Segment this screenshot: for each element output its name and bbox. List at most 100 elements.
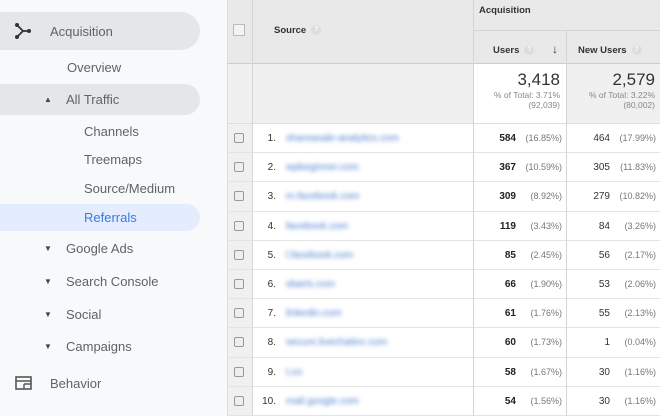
- table-row: 10. mail.google.com 54 (1.56%) 30 (1.16%…: [228, 387, 660, 416]
- expand-triangle-icon: ▼: [44, 276, 52, 286]
- help-icon[interactable]: ?: [311, 25, 322, 36]
- help-icon[interactable]: ?: [631, 45, 642, 56]
- new-users-total: 2,579 % of Total: 3.22% (80,002): [566, 64, 660, 124]
- users-value: 54: [504, 395, 516, 407]
- new-users-total-pct: % of Total: 3.22%: [589, 90, 655, 100]
- referrals-table: Source? Acquisition Users? ↓ New Users? …: [228, 0, 660, 416]
- users-value: 309: [499, 191, 516, 203]
- row-checkbox[interactable]: [234, 337, 244, 348]
- new-users-total-value: 2,579: [612, 70, 655, 89]
- users-value: 119: [499, 220, 516, 232]
- users-total-of: (92,039): [528, 100, 560, 110]
- select-all-checkbox[interactable]: [233, 24, 245, 36]
- row-index: 1.: [267, 133, 276, 144]
- row-checkbox[interactable]: [234, 366, 244, 377]
- users-percent: (8.92%): [530, 191, 562, 202]
- source-link[interactable]: m.facebook.com: [286, 182, 359, 211]
- row-index: 4.: [267, 220, 276, 232]
- new-users-percent: (2.13%): [624, 308, 656, 319]
- table-row: 3. m.facebook.com 309 (8.92%) 279 (10.82…: [228, 182, 660, 212]
- table-row: 6. sbarts.com 66 (1.90%) 53 (2.06%): [228, 270, 660, 300]
- behavior-icon: [15, 376, 32, 390]
- row-index: 9.: [267, 366, 276, 378]
- source-medium-label: Source/Medium: [84, 180, 176, 196]
- source-link[interactable]: shareasale-analytics.com: [286, 124, 399, 153]
- users-percent: (1.56%): [530, 395, 562, 406]
- row-checkbox[interactable]: [234, 133, 244, 143]
- behavior-label: Behavior: [50, 375, 102, 391]
- sidebar-item-source-medium[interactable]: Source/Medium: [84, 179, 175, 197]
- source-link[interactable]: l.facebook.com: [286, 241, 353, 270]
- users-value: 60: [504, 337, 516, 349]
- source-header-label: Source: [274, 25, 307, 36]
- google-ads-label: Google Ads: [66, 240, 134, 256]
- users-percent: (3.43%): [530, 220, 562, 231]
- sidebar-item-social[interactable]: ▼ Social: [0, 305, 101, 323]
- source-header[interactable]: Source?: [228, 0, 473, 64]
- users-value: 584: [499, 133, 516, 144]
- row-checkbox[interactable]: [234, 162, 244, 173]
- source-link[interactable]: mail.google.com: [286, 387, 359, 416]
- sidebar-item-campaigns[interactable]: ▼ Campaigns: [0, 337, 132, 355]
- channels-label: Channels: [84, 123, 139, 139]
- expand-triangle-icon: ▼: [44, 341, 52, 351]
- acquisition-group-header: Acquisition: [473, 0, 660, 31]
- table-row: 4. facebook.com 119 (3.43%) 84 (3.26%): [228, 212, 660, 241]
- all-traffic-label: All Traffic: [66, 92, 120, 107]
- row-checkbox[interactable]: [234, 249, 244, 260]
- source-link[interactable]: linkedin.com: [286, 299, 342, 328]
- row-index: 3.: [267, 191, 276, 203]
- users-percent: (1.67%): [530, 366, 562, 377]
- row-index: 10.: [262, 395, 276, 407]
- sidebar-item-referrals[interactable]: Referrals: [0, 204, 200, 231]
- new-users-percent: (11.83%): [620, 162, 656, 173]
- sidebar-item-search-console[interactable]: ▼ Search Console: [0, 272, 159, 290]
- source-link[interactable]: t.co: [286, 358, 302, 387]
- new-users-value: 464: [593, 133, 610, 144]
- row-checkbox[interactable]: [234, 220, 244, 231]
- referrals-label: Referrals: [84, 210, 137, 225]
- new-users-percent: (3.26%): [624, 220, 656, 231]
- row-checkbox[interactable]: [234, 395, 244, 406]
- source-link[interactable]: sbarts.com: [286, 270, 335, 299]
- users-value: 367: [499, 162, 516, 174]
- sidebar-item-google-ads[interactable]: ▼ Google Ads: [0, 239, 133, 257]
- new-users-header[interactable]: New Users?: [566, 31, 660, 64]
- totals-row-spacer: [228, 64, 473, 124]
- row-index: 6.: [267, 279, 276, 290]
- row-checkbox[interactable]: [234, 191, 244, 202]
- overview-label: Overview: [67, 59, 122, 75]
- new-users-percent: (1.16%): [624, 395, 656, 406]
- users-value: 61: [504, 308, 516, 320]
- search-console-label: Search Console: [66, 273, 159, 289]
- sidebar-item-acquisition[interactable]: Acquisition: [0, 12, 200, 50]
- users-total-value: 3,418: [517, 70, 560, 89]
- sort-descending-icon[interactable]: ↓: [552, 42, 558, 56]
- new-users-value: 30: [598, 366, 610, 378]
- users-value: 66: [504, 279, 516, 290]
- sidebar-item-all-traffic[interactable]: ▲ All Traffic: [0, 84, 200, 115]
- users-header[interactable]: Users? ↓: [473, 31, 566, 64]
- campaigns-label: Campaigns: [66, 338, 132, 354]
- help-icon[interactable]: ?: [524, 45, 535, 56]
- sidebar-item-overview[interactable]: Overview: [67, 58, 121, 76]
- treemaps-label: Treemaps: [84, 151, 143, 167]
- sidebar-item-channels[interactable]: Channels: [84, 122, 139, 140]
- table-row: 7. linkedin.com 61 (1.76%) 55 (2.13%): [228, 299, 660, 329]
- new-users-value: 56: [598, 249, 610, 261]
- table-row: 5. l.facebook.com 85 (2.45%) 56 (2.17%): [228, 241, 660, 270]
- new-users-percent: (1.16%): [624, 366, 656, 377]
- sidebar-item-treemaps[interactable]: Treemaps: [84, 150, 142, 168]
- table-row: 1. shareasale-analytics.com 584 (16.85%)…: [228, 124, 660, 154]
- new-users-value: 30: [598, 395, 610, 407]
- row-checkbox[interactable]: [234, 279, 244, 289]
- acquisition-label: Acquisition: [50, 23, 113, 39]
- source-link[interactable]: secure.livechatinc.com: [286, 328, 387, 357]
- row-index: 7.: [267, 308, 276, 320]
- row-index: 5.: [267, 249, 276, 261]
- row-checkbox[interactable]: [234, 308, 244, 319]
- source-link[interactable]: wpbeginner.com: [286, 153, 359, 182]
- sidebar-item-behavior[interactable]: Behavior: [0, 373, 101, 393]
- source-link[interactable]: facebook.com: [286, 212, 348, 241]
- users-total: 3,418 % of Total: 3.71% (92,039): [473, 64, 566, 124]
